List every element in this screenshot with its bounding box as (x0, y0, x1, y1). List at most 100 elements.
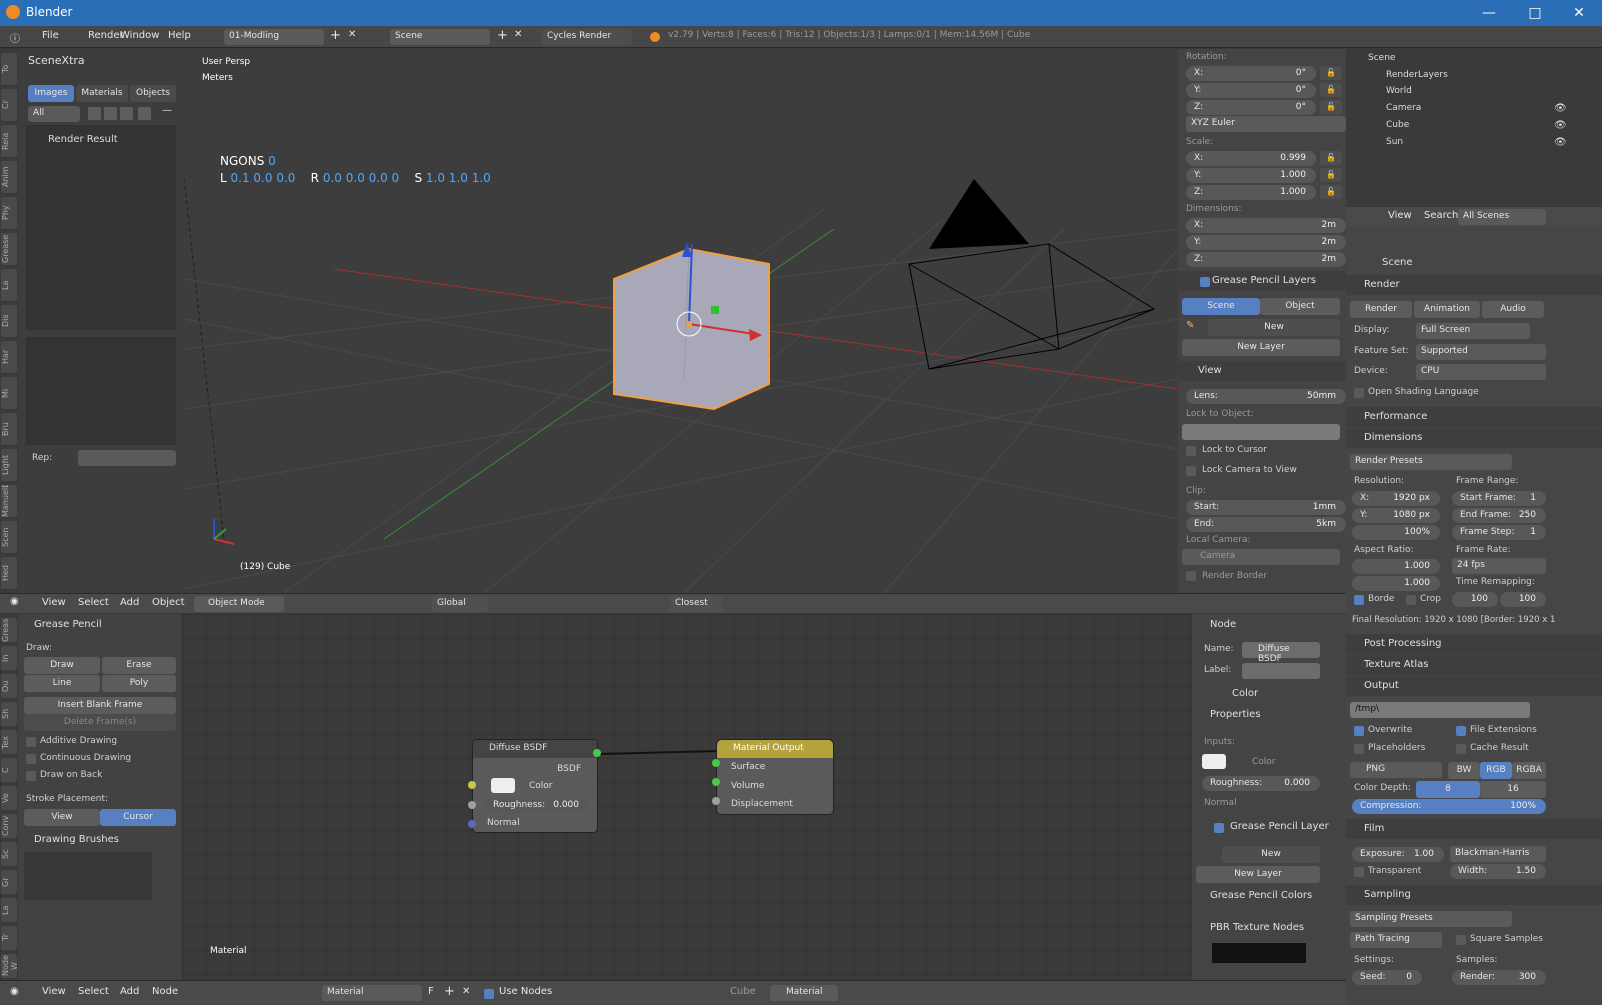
performance-panel-header[interactable]: Performance (1346, 407, 1602, 427)
compression-field[interactable]: Compression: 100% (1352, 799, 1546, 814)
pbr-texture-nodes-title[interactable]: PBR Texture Nodes (1210, 922, 1304, 933)
view3d-menu-view[interactable]: View (42, 597, 66, 608)
visibility-eye-icon[interactable]: 👁 (1554, 120, 1567, 131)
stroke-cursor-button[interactable]: Cursor (100, 809, 176, 826)
crop-checkbox[interactable] (1406, 595, 1416, 605)
lock-cursor-checkbox[interactable] (1186, 446, 1196, 456)
unlink-material-icon[interactable]: ✕ (462, 986, 470, 997)
new-material-icon[interactable]: + (444, 984, 455, 999)
vertical-tab[interactable]: Hed (1, 557, 17, 589)
node-menu-view[interactable]: View (42, 986, 66, 997)
folder-icon[interactable] (120, 107, 133, 120)
vertical-tab[interactable]: Har (1, 341, 17, 373)
viewport-3d[interactable]: User Persp Meters NGONS 0 L 0.1 0.0 0.0 … (184, 49, 1178, 593)
output-path-field[interactable]: /tmp\ (1350, 702, 1530, 718)
dimension-z-field[interactable]: Z: 2m (1186, 252, 1346, 267)
menu-render[interactable]: Render (88, 30, 124, 41)
frame-step-field[interactable]: Frame Step: 1 (1452, 525, 1546, 540)
gp-shelf-title[interactable]: Grease Pencil (34, 619, 102, 630)
maximize-icon[interactable]: □ (1512, 0, 1558, 26)
vertical-tab[interactable]: Grease (1, 618, 17, 642)
vertical-tab[interactable]: C (1, 758, 17, 782)
render-samples-field[interactable]: Render: 300 (1452, 970, 1546, 985)
tab-images[interactable]: Images (28, 85, 74, 102)
exposure-field[interactable]: Exposure: 1.00 (1352, 847, 1444, 862)
close-icon[interactable]: ✕ (1556, 0, 1602, 26)
color-input-socket[interactable] (468, 781, 476, 789)
menu-file[interactable]: File (42, 30, 59, 41)
start-frame-field[interactable]: Start Frame: 1 (1452, 491, 1546, 506)
refresh-icon[interactable] (88, 107, 101, 120)
lock-rot-y-icon[interactable]: 🔓 (1320, 83, 1342, 97)
node-editor[interactable]: Diffuse BSDF BSDF Color Roughness: 0.000 … (182, 614, 1192, 980)
aspect-y-field[interactable]: 1.000 (1352, 576, 1440, 591)
material-selector[interactable]: Material (322, 985, 422, 1001)
image-filter-select[interactable]: All (28, 106, 80, 122)
rep-field[interactable] (78, 450, 176, 466)
osl-checkbox[interactable] (1354, 388, 1364, 398)
lock-camera-checkbox[interactable] (1186, 466, 1196, 476)
outliner-item-cube[interactable]: Cube (1386, 120, 1409, 130)
roughness-field[interactable]: Roughness: 0.000 (485, 798, 589, 813)
rotation-x-field[interactable]: X: 0° (1186, 66, 1316, 81)
outliner-menu-view[interactable]: View (1388, 210, 1412, 221)
view-panel-header[interactable]: View (1178, 361, 1346, 381)
outliner-filter-select[interactable]: All Scenes (1458, 209, 1546, 225)
depth-16-button[interactable]: 16 (1480, 781, 1546, 798)
add-layout-icon[interactable]: + (330, 28, 341, 43)
outliner-item-sun[interactable]: Sun (1386, 137, 1403, 147)
info-editor-icon[interactable]: ⓘ (10, 30, 20, 45)
end-frame-field[interactable]: End Frame: 250 (1452, 508, 1546, 523)
vertical-tab[interactable]: Ou (1, 674, 17, 698)
editor-type-icon[interactable]: ◉ (10, 596, 19, 607)
display-select[interactable]: Full Screen (1416, 323, 1530, 339)
film-panel-header[interactable]: Film (1346, 819, 1602, 839)
file-ext-checkbox[interactable] (1456, 726, 1466, 736)
bsdf-output-socket[interactable] (593, 749, 601, 757)
additive-checkbox[interactable] (26, 737, 36, 747)
collapse-icon[interactable]: — (162, 105, 172, 116)
resolution-percent-field[interactable]: 100% (1352, 525, 1440, 540)
scale-z-field[interactable]: Z: 1.000 (1186, 185, 1316, 200)
menu-window[interactable]: Window (120, 30, 159, 41)
gp-object-button[interactable]: Object (1260, 298, 1340, 315)
border-checkbox[interactable] (1354, 595, 1364, 605)
outliner-scene[interactable]: Scene (1368, 53, 1395, 63)
local-camera-field[interactable]: Camera (1182, 549, 1340, 565)
vertical-tab[interactable]: Light (1, 449, 17, 481)
vertical-tab[interactable]: To (1, 53, 17, 85)
outliner-item-renderlayers[interactable]: RenderLayers (1386, 70, 1448, 80)
node-editor-type-icon[interactable]: ◉ (10, 986, 19, 997)
vertical-tab[interactable]: La (1, 269, 17, 301)
feature-set-select[interactable]: Supported (1416, 344, 1546, 360)
color-swatch[interactable] (491, 778, 515, 793)
lock-rot-z-icon[interactable]: 🔓 (1320, 100, 1342, 114)
material-slot-selector[interactable]: Material (770, 985, 838, 1001)
mode-selector[interactable]: Object Mode (194, 596, 284, 612)
vertical-tab[interactable]: Anim (1, 161, 17, 193)
render-tab-button[interactable]: Render (1350, 301, 1412, 318)
node-menu-node[interactable]: Node (152, 986, 178, 997)
texture-atlas-header[interactable]: Texture Atlas (1346, 655, 1602, 675)
tab-objects[interactable]: Objects (130, 85, 176, 102)
drawing-brushes-title[interactable]: Drawing Brushes (34, 834, 119, 845)
seed-field[interactable]: Seed: 0 (1352, 970, 1422, 985)
resolution-y-field[interactable]: Y: 1080 px (1352, 508, 1440, 523)
vertical-tab[interactable]: Scen (1, 521, 17, 553)
node-menu-add[interactable]: Add (120, 986, 139, 997)
use-nodes-checkbox[interactable] (484, 989, 494, 999)
fake-user-button[interactable]: F (428, 986, 434, 997)
output-panel-header[interactable]: Output (1346, 676, 1602, 696)
image-icon[interactable] (138, 107, 151, 120)
outliner-item-world[interactable]: World (1386, 86, 1412, 96)
gp-new-layer-button[interactable]: New Layer (1182, 339, 1340, 356)
render-engine-selector[interactable]: Cycles Render (542, 29, 632, 45)
material-output-node[interactable]: Material Output Surface Volume Displacem… (716, 739, 834, 815)
vertical-tab[interactable]: Conv (1, 814, 17, 838)
time-remap-old-field[interactable]: 100 (1452, 592, 1498, 607)
lock-rot-x-icon[interactable]: 🔓 (1320, 66, 1342, 80)
delete-frames-button[interactable]: Delete Frame(s) (24, 714, 176, 731)
erase-button[interactable]: Erase (102, 657, 176, 674)
vertical-tab[interactable]: Bru (1, 413, 17, 445)
minimize-icon[interactable]: — (1466, 0, 1512, 26)
